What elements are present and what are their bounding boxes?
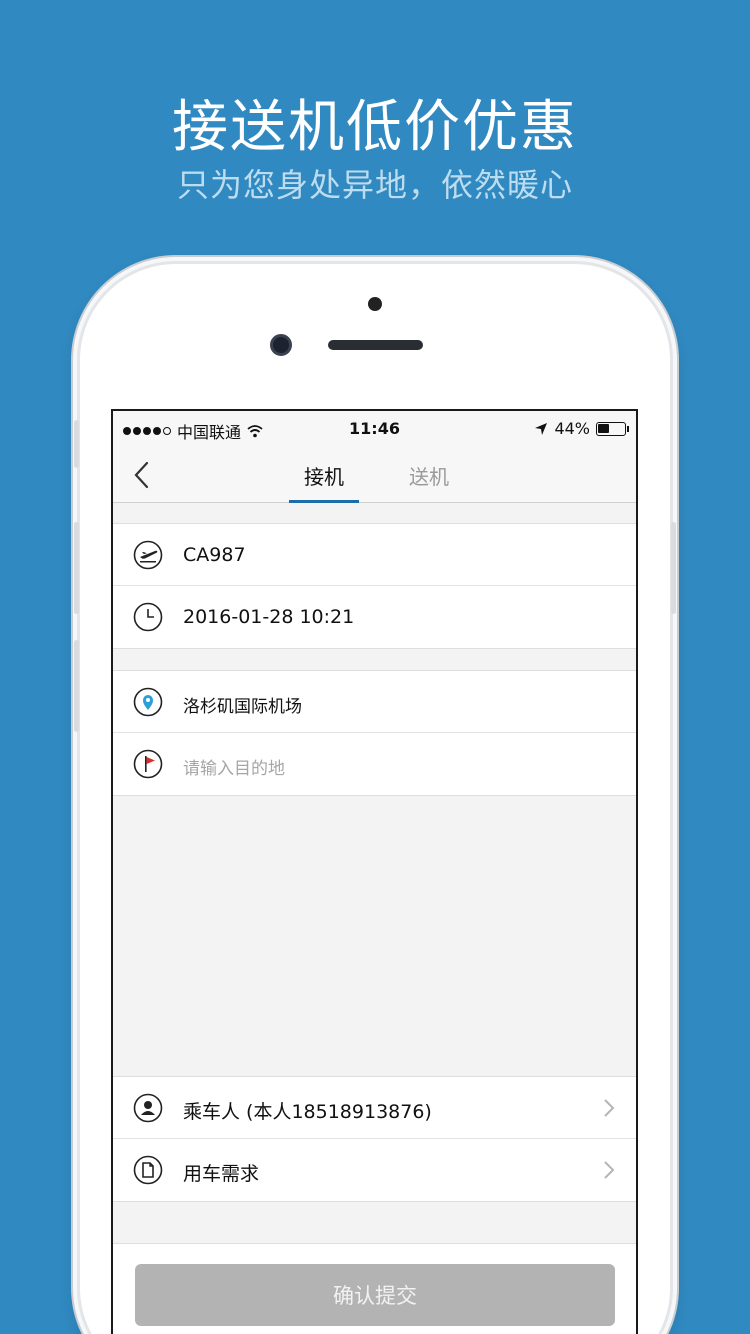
destination-row[interactable]: 请输入目的地 bbox=[113, 733, 636, 795]
clock-icon bbox=[133, 602, 163, 632]
battery-icon bbox=[596, 421, 629, 436]
destination-input[interactable]: 请输入目的地 bbox=[183, 754, 285, 779]
phone-screen: 中国联通 11:46 44% 接机 送机 CA987 2016-01-28 10… bbox=[111, 409, 638, 1334]
passenger-row[interactable]: 乘车人 (本人18518913876) bbox=[113, 1077, 636, 1139]
proximity-sensor bbox=[368, 297, 382, 311]
requirements-row[interactable]: 用车需求 bbox=[113, 1139, 636, 1201]
side-button-volume-down bbox=[74, 640, 79, 732]
origin-airport: 洛杉矶国际机场 bbox=[183, 697, 302, 717]
submit-button[interactable]: 确认提交 bbox=[135, 1264, 615, 1326]
passenger-label: 乘车人 (本人18518913876) bbox=[183, 1101, 432, 1123]
flight-number-row[interactable]: CA987 bbox=[113, 524, 636, 586]
flag-icon bbox=[133, 749, 163, 779]
flight-datetime: 2016-01-28 10:21 bbox=[183, 606, 355, 628]
options-group: 乘车人 (本人18518913876) 用车需求 bbox=[113, 1076, 636, 1202]
promo-title: 接送机低价优惠 bbox=[172, 95, 578, 160]
tab-dropoff[interactable]: 送机 bbox=[394, 461, 464, 503]
requirements-label: 用车需求 bbox=[183, 1163, 260, 1185]
flight-time-row[interactable]: 2016-01-28 10:21 bbox=[113, 586, 636, 648]
front-camera bbox=[270, 334, 292, 356]
flight-info-group: CA987 2016-01-28 10:21 bbox=[113, 523, 636, 649]
tab-pickup[interactable]: 接机 bbox=[289, 461, 359, 503]
side-button-volume-up bbox=[74, 522, 79, 614]
bottom-action-bar: 确认提交 bbox=[113, 1243, 636, 1334]
location-arrow-icon bbox=[535, 422, 548, 435]
person-icon bbox=[133, 1093, 163, 1123]
location-pin-icon bbox=[133, 687, 163, 717]
airplane-icon bbox=[133, 540, 163, 570]
chevron-right-icon bbox=[604, 1099, 615, 1117]
back-chevron-icon[interactable] bbox=[127, 459, 157, 491]
route-group: 洛杉矶国际机场 请输入目的地 bbox=[113, 670, 636, 796]
battery-percent: 44% bbox=[554, 419, 590, 438]
promo-subtitle: 只为您身处异地，依然暖心 bbox=[176, 166, 573, 204]
nav-bar: 接机 送机 bbox=[113, 447, 636, 503]
origin-row[interactable]: 洛杉矶国际机场 bbox=[113, 671, 636, 733]
chevron-right-icon bbox=[604, 1161, 615, 1179]
side-button-power bbox=[671, 522, 676, 614]
earpiece-speaker bbox=[328, 340, 423, 350]
flight-number: CA987 bbox=[183, 544, 246, 566]
side-button-mute bbox=[74, 420, 79, 468]
document-icon bbox=[133, 1155, 163, 1185]
status-bar: 中国联通 11:46 44% bbox=[113, 411, 636, 447]
